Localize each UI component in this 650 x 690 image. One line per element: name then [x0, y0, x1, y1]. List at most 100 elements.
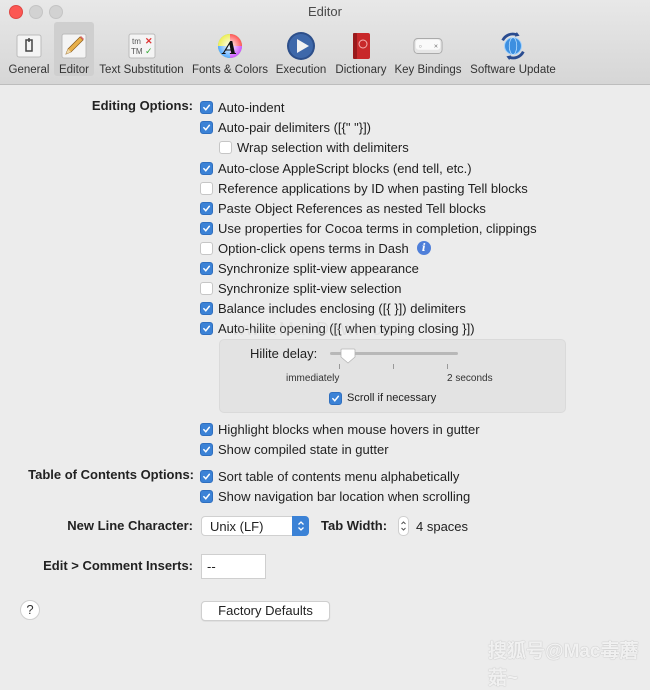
tab-dictionary-label: Dictionary: [335, 64, 387, 76]
editing-option-1-row[interactable]: Auto-pair delimiters ([{" "}]): [200, 118, 371, 136]
editing-option-11-checkbox[interactable]: [200, 321, 213, 335]
scroll-if-necessary-checkbox[interactable]: [329, 391, 342, 405]
editing-option-2-checkbox[interactable]: [219, 140, 232, 154]
toc-option-0-checkbox[interactable]: [200, 469, 213, 483]
editing-option-10-checkbox[interactable]: [200, 301, 213, 315]
gutter-option-0-row[interactable]: Highlight blocks when mouse hovers in gu…: [200, 420, 480, 438]
editing-option-8-row[interactable]: Synchronize split-view appearance: [200, 259, 419, 277]
toc-option-1-row[interactable]: Show navigation bar location when scroll…: [200, 487, 470, 505]
tab-general[interactable]: General: [4, 22, 54, 76]
slider-tick: [393, 364, 394, 369]
toc-option-1-label: Show navigation bar location when scroll…: [218, 488, 471, 504]
editing-option-10-row[interactable]: Balance includes enclosing ([{ }]) delim…: [200, 299, 466, 317]
editing-option-1-checkbox[interactable]: [200, 120, 213, 134]
tab-text-substitution[interactable]: tm ✕ TM ✓ Text Substitution: [94, 22, 189, 76]
slider-max-label: 2 seconds: [447, 373, 493, 384]
tab-key-bindings[interactable]: ○ ✕ Key Bindings: [391, 22, 465, 76]
window-title: Editor: [308, 4, 342, 19]
toc-options-label: Table of Contents Options:: [28, 467, 194, 482]
key-icon: ○ ✕: [413, 31, 443, 61]
comment-inserts-label: Edit > Comment Inserts:: [43, 558, 193, 573]
scroll-if-necessary-row[interactable]: Scroll if necessary: [329, 389, 436, 407]
window-titlebar: Editor General Editor tm ✕ TM ✓ Text Substi…: [0, 0, 650, 85]
checkmark-icon: [203, 265, 211, 272]
checkmark-icon: [203, 205, 211, 212]
checkmark-icon: [203, 124, 211, 131]
text-substitution-icon: tm ✕ TM ✓: [127, 31, 157, 61]
checkmark-icon: [203, 426, 211, 433]
checkmark-icon: [203, 104, 211, 111]
editing-option-9-label: Synchronize split-view selection: [218, 280, 402, 296]
slider-min-label: immediately: [286, 373, 340, 384]
new-line-character-select[interactable]: Unix (LF): [201, 516, 309, 536]
editing-options-label: Editing Options:: [91, 98, 193, 113]
tab-fonts-colors-label: Fonts & Colors: [191, 64, 269, 76]
toc-option-0-row[interactable]: Sort table of contents menu alphabetical…: [200, 467, 459, 485]
toc-option-1-checkbox[interactable]: [200, 489, 213, 503]
gutter-option-0-checkbox[interactable]: [200, 422, 213, 436]
svg-text:tm: tm: [132, 37, 141, 46]
hilite-delay-slider-thumb[interactable]: [340, 348, 356, 364]
comment-inserts-input[interactable]: [201, 554, 266, 579]
tab-execution-label: Execution: [275, 64, 327, 76]
editing-option-3-label: Auto-close AppleScript blocks (end tell,…: [218, 160, 472, 176]
tab-text-substitution-label: Text Substitution: [99, 64, 184, 76]
editing-option-4-checkbox[interactable]: [200, 181, 213, 195]
tab-width-stepper[interactable]: [398, 516, 409, 536]
hilite-delay-label: Hilite delay:: [250, 345, 318, 361]
tab-software-update[interactable]: Software Update: [465, 22, 561, 76]
editing-option-6-checkbox[interactable]: [200, 221, 213, 235]
software-update-globe-icon: [498, 31, 528, 61]
gutter-option-1-checkbox[interactable]: [200, 442, 213, 456]
editing-option-7-label: Option-click opens terms in Dash: [218, 240, 409, 256]
svg-text:✕: ✕: [434, 44, 439, 50]
checkmark-icon: [203, 165, 211, 172]
new-line-character-value: Unix (LF): [210, 518, 264, 534]
editing-option-0-checkbox[interactable]: [200, 100, 213, 114]
factory-defaults-button[interactable]: Factory Defaults: [201, 601, 330, 621]
editing-option-8-checkbox[interactable]: [200, 261, 213, 275]
editing-option-9-row[interactable]: Synchronize split-view selection: [200, 279, 402, 297]
toc-option-0-label: Sort table of contents menu alphabetical…: [218, 468, 460, 484]
checkmark-icon: [203, 446, 211, 453]
editing-option-5-row[interactable]: Paste Object References as nested Tell b…: [200, 199, 486, 217]
editing-option-6-row[interactable]: Use properties for Cocoa terms in comple…: [200, 219, 537, 237]
editing-option-7-checkbox[interactable]: [200, 241, 213, 255]
dictionary-book-icon: [346, 31, 376, 61]
editing-option-3-row[interactable]: Auto-close AppleScript blocks (end tell,…: [200, 159, 472, 177]
checkmark-icon: [203, 325, 211, 332]
chevron-up-down-icon: [292, 516, 309, 536]
slider-tick: [339, 364, 340, 369]
editing-option-7-row[interactable]: Option-click opens terms in Dash i: [200, 239, 431, 257]
gutter-option-1-row[interactable]: Show compiled state in gutter: [200, 440, 389, 458]
tab-editor-label: Editor: [58, 64, 90, 76]
tab-dictionary[interactable]: Dictionary: [331, 22, 391, 76]
tab-editor[interactable]: Editor: [54, 22, 94, 76]
editing-option-5-label: Paste Object References as nested Tell b…: [218, 200, 486, 216]
preferences-toolbar: General Editor tm ✕ TM ✓ Text Substitution …: [4, 22, 561, 82]
help-button[interactable]: ?: [20, 600, 40, 620]
editing-option-9-checkbox[interactable]: [200, 281, 213, 295]
watermark-text: 搜狐号@Mac毒蘑菇~: [488, 641, 639, 689]
editing-option-0-row[interactable]: Auto-indent: [200, 98, 285, 116]
pencil-icon: [59, 31, 89, 61]
tab-fonts-colors[interactable]: A Fonts & Colors: [189, 22, 271, 76]
checkmark-icon: [203, 225, 211, 232]
editing-option-2-row[interactable]: Wrap selection with delimiters: [219, 138, 409, 156]
editing-option-4-label: Reference applications by ID when pastin…: [218, 180, 528, 196]
slider-tick: [447, 364, 448, 369]
checkmark-icon: [203, 473, 211, 480]
editing-option-5-checkbox[interactable]: [200, 201, 213, 215]
tab-width-value: 4 spaces: [416, 518, 469, 534]
editing-option-3-checkbox[interactable]: [200, 161, 213, 175]
editing-option-4-row[interactable]: Reference applications by ID when pastin…: [200, 179, 528, 197]
scroll-if-necessary-label: Scroll if necessary: [347, 392, 437, 404]
svg-text:TM: TM: [131, 47, 143, 56]
gutter-option-1-label: Show compiled state in gutter: [218, 441, 389, 457]
editing-option-1-label: Auto-pair delimiters ([{" "}]): [218, 119, 372, 135]
editing-option-0-label: Auto-indent: [218, 99, 285, 115]
info-icon[interactable]: i: [416, 241, 431, 255]
tab-width-label: Tab Width:: [321, 518, 388, 533]
tab-execution[interactable]: Execution: [271, 22, 331, 76]
new-line-character-label: New Line Character:: [67, 518, 193, 533]
